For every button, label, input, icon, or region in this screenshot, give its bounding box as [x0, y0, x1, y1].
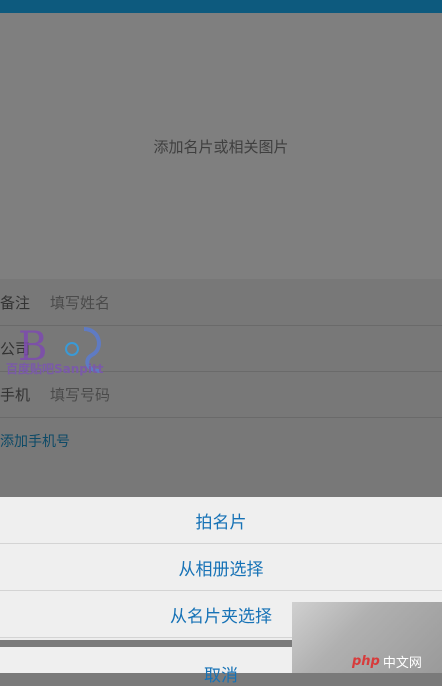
- watermark-text: 百度贴吧Sanpitt: [6, 362, 104, 376]
- add-phone-link[interactable]: 添加手机号: [0, 431, 70, 451]
- take-card-photo-button[interactable]: 拍名片: [0, 497, 442, 544]
- form-row-placeholder: 填写姓名: [50, 293, 111, 312]
- php-cn-text: 中文网: [382, 656, 422, 671]
- contact-form: 备注 填写姓名 公司 手机 填写号码: [0, 279, 442, 497]
- choose-from-album-button[interactable]: 从相册选择: [0, 544, 442, 591]
- form-row-label: 备注: [0, 293, 31, 312]
- form-row-placeholder: 填写号码: [50, 385, 111, 404]
- top-status-bar: [0, 0, 442, 13]
- form-row-label: 手机: [0, 385, 31, 404]
- php-cn-badge: php 中文网: [352, 650, 442, 673]
- php-logo-text: php: [352, 654, 380, 669]
- add-card-photo-label: 添加名片或相关图片: [153, 137, 289, 156]
- add-card-photo-area[interactable]: 添加名片或相关图片: [0, 13, 442, 279]
